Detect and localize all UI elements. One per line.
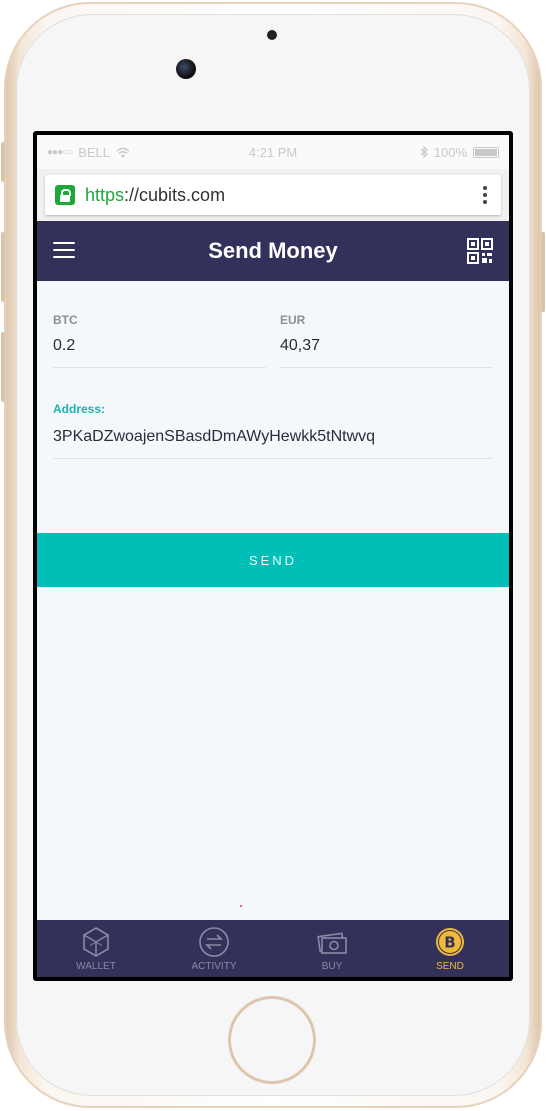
url-scheme: https	[85, 184, 125, 205]
amount-row: BTC 0.2 EUR 40,37	[53, 313, 493, 368]
decorative-dot	[240, 905, 242, 907]
front-camera	[176, 59, 196, 79]
status-right: 100%	[420, 145, 499, 160]
bluetooth-icon	[420, 146, 428, 158]
url-bar[interactable]: https://cubits.com	[45, 175, 501, 215]
eur-amount-input[interactable]: 40,37	[280, 337, 493, 357]
bottom-nav: WALLET ACTIVITY BUY B SEND	[37, 920, 509, 977]
address-input[interactable]: 3PKaDZwoajenSBasdDmAWyHewkk5tNtwvq	[53, 428, 493, 446]
home-button[interactable]	[228, 996, 316, 1084]
nav-label-wallet: WALLET	[76, 960, 116, 972]
eur-amount-field[interactable]: EUR 40,37	[280, 313, 493, 368]
volume-up-button	[1, 232, 5, 302]
send-button[interactable]: SEND	[37, 533, 509, 587]
proximity-sensor	[267, 30, 277, 40]
lock-icon	[55, 185, 75, 205]
bitcoin-icon: B	[436, 927, 464, 956]
nav-item-activity[interactable]: ACTIVITY	[155, 920, 273, 977]
signal-strength-icon: ●●●○○	[47, 146, 73, 158]
app-header: Send Money	[37, 221, 509, 281]
btc-amount-input[interactable]: 0.2	[53, 337, 266, 357]
mute-switch	[1, 142, 5, 182]
wifi-icon	[116, 147, 130, 157]
battery-percent: 100%	[433, 144, 467, 160]
nav-item-wallet[interactable]: WALLET	[37, 920, 155, 977]
device-screen: ●●●○○ BELL 4:21 PM 100% https://cubits.c…	[33, 131, 513, 981]
nav-label-activity: ACTIVITY	[191, 960, 237, 972]
btc-amount-field[interactable]: BTC 0.2	[53, 313, 266, 368]
nav-label-buy: BUY	[321, 960, 343, 972]
nav-item-buy[interactable]: BUY	[273, 920, 391, 977]
more-options-icon[interactable]	[483, 186, 487, 204]
hamburger-menu-icon[interactable]	[53, 242, 75, 258]
url-text[interactable]: https://cubits.com	[85, 185, 225, 206]
activity-arrows-icon	[199, 926, 229, 957]
btc-label: BTC	[53, 313, 78, 327]
qr-code-icon[interactable]	[467, 238, 493, 264]
svg-text:B: B	[444, 933, 455, 951]
address-field[interactable]: Address: 3PKaDZwoajenSBasdDmAWyHewkk5tNt…	[53, 402, 493, 459]
volume-down-button	[1, 332, 5, 402]
browser-toolbar: https://cubits.com	[37, 169, 509, 221]
status-bar: ●●●○○ BELL 4:21 PM 100%	[37, 135, 509, 169]
nav-label-send: SEND	[436, 960, 464, 972]
carrier-name: BELL	[78, 144, 111, 160]
send-form: BTC 0.2 EUR 40,37 Address: 3PKaDZwoajenS…	[37, 281, 509, 459]
wallet-hexagon-icon	[83, 926, 109, 957]
nav-item-send[interactable]: B SEND	[391, 920, 509, 977]
url-host: ://cubits.com	[124, 184, 226, 205]
buy-cash-icon	[317, 931, 347, 954]
address-label: Address:	[53, 402, 106, 416]
screen-content: ●●●○○ BELL 4:21 PM 100% https://cubits.c…	[37, 135, 509, 977]
status-left: ●●●○○ BELL	[47, 145, 130, 160]
power-button	[541, 232, 545, 312]
eur-label: EUR	[280, 313, 306, 327]
page-title: Send Money	[208, 238, 338, 263]
battery-icon	[473, 146, 499, 158]
